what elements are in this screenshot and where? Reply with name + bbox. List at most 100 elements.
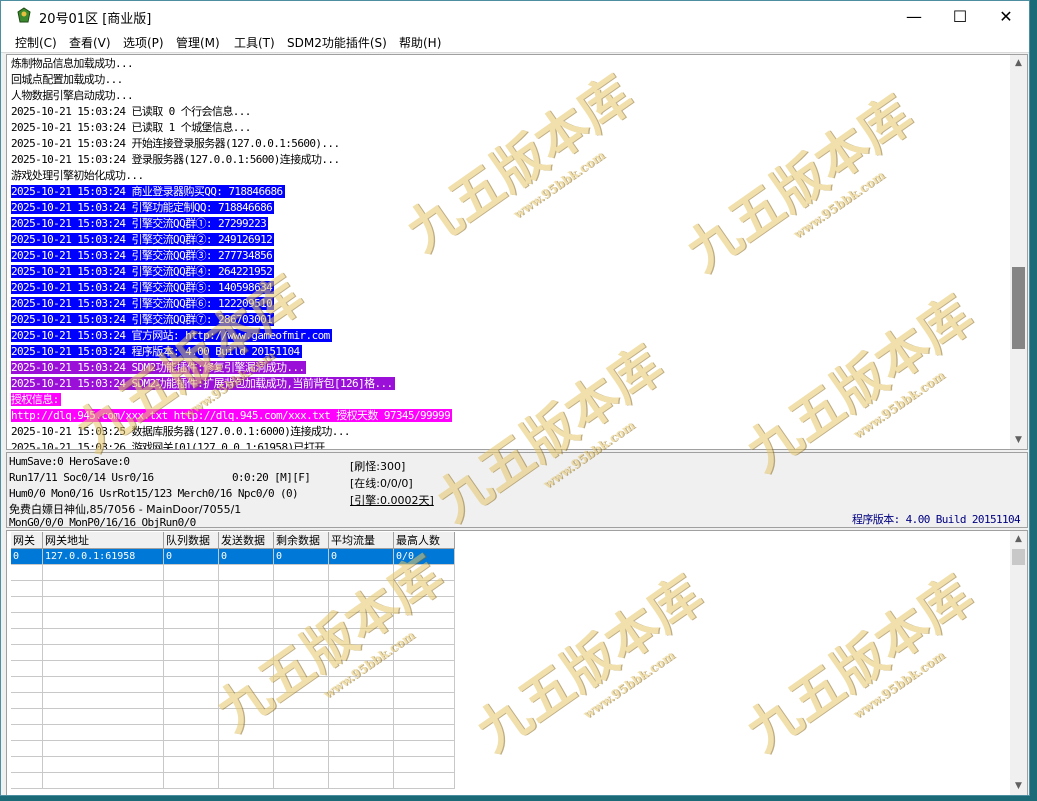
grid-scroll-thumb[interactable]: [1012, 549, 1025, 565]
table-cell: [42, 740, 164, 757]
status-monsters: MonG0/0/0 MonP0/16/16 ObjRun0/0: [9, 516, 196, 529]
table-cell: [218, 756, 274, 773]
col-avg-traffic[interactable]: 平均流量: [328, 532, 394, 549]
table-row[interactable]: [11, 628, 455, 645]
window-title: 20号01区 [商业版]: [39, 12, 152, 27]
grid-scroll-up-icon[interactable]: ▲: [1010, 531, 1027, 548]
menu-view[interactable]: 查看(V): [69, 34, 111, 51]
table-cell: [328, 692, 394, 709]
table-cell: [163, 564, 219, 581]
table-row[interactable]: [11, 580, 455, 597]
table-cell: [393, 660, 455, 677]
log-lines: 炼制物品信息加载成功... 回城点配置加载成功... 人物数据引擎启动成功... 20…: [11, 56, 1011, 449]
log-line: 2025-10-21 15:03:24 引擎交流QQ群⑤: 140598634: [11, 280, 1011, 296]
table-cell: [42, 676, 164, 693]
menu-options[interactable]: 选项(P): [123, 34, 164, 51]
table-cell: [11, 724, 43, 741]
table-cell: [42, 724, 164, 741]
table-row[interactable]: [11, 660, 455, 677]
maximize-button[interactable]: ☐: [937, 1, 983, 32]
log-line-text: 2025-10-21 15:03:24 引擎交流QQ群②: 249126912: [11, 233, 275, 246]
close-button[interactable]: ✕: [983, 1, 1029, 32]
log-line-text: 2025-10-21 15:03:24 引擎功能定制QQ: 718846686: [11, 201, 275, 214]
menu-tools[interactable]: 工具(T): [234, 34, 275, 51]
menu-sdm2-plugin[interactable]: SDM2功能插件(S): [287, 34, 387, 51]
table-cell: [218, 564, 274, 581]
minimize-button[interactable]: —: [891, 1, 937, 32]
col-max-users[interactable]: 最高人数: [393, 532, 455, 549]
table-cell: [393, 628, 455, 645]
table-row[interactable]: [11, 676, 455, 693]
table-cell: [42, 596, 164, 613]
table-cell: [273, 564, 329, 581]
log-line-text: 2025-10-21 15:03:24 SDM2功能插件:扩展背包加载成功,当前…: [11, 377, 395, 390]
log-line: 2025-10-21 15:03:26 游戏网关[0](127.0.0.1:61…: [11, 440, 1011, 449]
table-cell: [218, 708, 274, 725]
table-cell: [328, 660, 394, 677]
log-line: 2025-10-21 15:03:24 商业登录器购买QQ: 718846686: [11, 184, 1011, 200]
table-cell: [163, 612, 219, 629]
table-row[interactable]: 0 127.0.0.1:61958 0 0 0 0 0/0: [11, 548, 455, 565]
table-cell: [163, 724, 219, 741]
table-cell: [11, 676, 43, 693]
log-panel[interactable]: 炼制物品信息加载成功... 回城点配置加载成功... 人物数据引擎启动成功... 20…: [6, 54, 1028, 450]
log-line: 2025-10-21 15:03:24 引擎交流QQ群③: 277734856: [11, 248, 1011, 264]
log-line-text: 2025-10-21 15:03:24 引擎交流QQ群⑦: 286703001: [11, 313, 275, 326]
table-cell: [393, 740, 455, 757]
table-cell: 0: [218, 548, 274, 565]
table-cell: [328, 756, 394, 773]
log-line: 授权信息:: [11, 392, 1011, 408]
col-gate[interactable]: 网关: [11, 532, 43, 549]
col-address[interactable]: 网关地址: [42, 532, 164, 549]
table-cell: 0: [163, 548, 219, 565]
table-row[interactable]: [11, 596, 455, 613]
menu-help[interactable]: 帮助(H): [399, 34, 441, 51]
table-cell: [273, 580, 329, 597]
title-bar[interactable]: 20号01区 [商业版] — ☐ ✕: [1, 1, 1029, 32]
table-cell: [42, 660, 164, 677]
table-cell: [328, 596, 394, 613]
table-row[interactable]: [11, 724, 455, 741]
table-cell: [273, 724, 329, 741]
log-line: 2025-10-21 15:03:24 引擎交流QQ群⑥: 122209510: [11, 296, 1011, 312]
table-cell: [163, 772, 219, 789]
scroll-up-icon[interactable]: ▲: [1010, 55, 1027, 72]
table-cell: 0: [328, 548, 394, 565]
table-row[interactable]: [11, 644, 455, 661]
menu-manage[interactable]: 管理(M): [176, 34, 220, 51]
table-row[interactable]: [11, 692, 455, 709]
table-cell: [42, 644, 164, 661]
log-line-text: 2025-10-21 15:03:24 引擎交流QQ群④: 264221952: [11, 265, 275, 278]
grid-scroll-down-icon[interactable]: ▼: [1010, 778, 1027, 795]
col-queue[interactable]: 队列数据: [163, 532, 219, 549]
log-line: 炼制物品信息加载成功...: [11, 56, 1011, 72]
col-remaining[interactable]: 剩余数据: [273, 532, 329, 549]
table-row[interactable]: [11, 612, 455, 629]
scroll-thumb[interactable]: [1012, 267, 1025, 349]
table-cell: [218, 660, 274, 677]
table-cell: [42, 612, 164, 629]
log-line-text: 游戏处理引擎初始化成功...: [11, 169, 144, 182]
menu-control[interactable]: 控制(C): [15, 34, 57, 51]
table-cell: [218, 596, 274, 613]
table-cell: [42, 772, 164, 789]
table-cell: [273, 708, 329, 725]
table-cell: [393, 612, 455, 629]
log-line-text: 2025-10-21 15:03:24 程序版本: 4.00 Build 201…: [11, 345, 302, 358]
table-cell: 0: [11, 548, 43, 565]
grid-scrollbar[interactable]: ▲ ▼: [1010, 531, 1027, 795]
table-cell: [393, 564, 455, 581]
menu-bar: 控制(C) 查看(V) 选项(P) 管理(M) 工具(T) SDM2功能插件(S…: [1, 32, 1029, 53]
gate-grid[interactable]: 网关 网关地址 队列数据 发送数据 剩余数据 平均流量 最高人数 0 127.0.…: [6, 530, 1028, 795]
table-cell: [273, 740, 329, 757]
scroll-down-icon[interactable]: ▼: [1010, 432, 1027, 449]
table-cell: [328, 612, 394, 629]
table-row[interactable]: [11, 772, 455, 789]
table-row[interactable]: [11, 708, 455, 725]
table-row[interactable]: [11, 740, 455, 757]
log-line-text: 2025-10-21 15:03:24 引擎交流QQ群⑥: 122209510: [11, 297, 275, 310]
log-scrollbar[interactable]: ▲ ▼: [1010, 55, 1027, 449]
col-sent[interactable]: 发送数据: [218, 532, 274, 549]
table-row[interactable]: [11, 756, 455, 773]
table-row[interactable]: [11, 564, 455, 581]
